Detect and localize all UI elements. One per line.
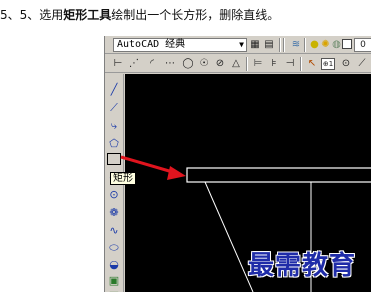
instruction-tool-name: 矩形工具: [63, 8, 112, 22]
leader-icon[interactable]: ↖: [305, 57, 319, 71]
ordinate-icon[interactable]: ⋯: [163, 57, 177, 71]
toolbar-separator: [283, 38, 285, 52]
linear-dimension-icon[interactable]: ⊢: [111, 57, 125, 71]
diameter-icon[interactable]: ⊘: [213, 57, 227, 71]
instruction-prefix: 5、5、选用: [0, 8, 64, 22]
lightbulb-icon[interactable]: ●: [309, 38, 320, 52]
aligned-dimension-icon[interactable]: ⋰: [127, 57, 141, 71]
construction-line-icon[interactable]: ⟋: [107, 100, 121, 114]
radius-icon[interactable]: ◯: [181, 57, 195, 71]
polyline-icon[interactable]: ⤷: [107, 118, 121, 132]
ellipse-arc-icon[interactable]: ◒: [107, 257, 121, 271]
jogged-icon[interactable]: ☉: [197, 57, 211, 71]
polygon-icon[interactable]: ⬠: [107, 136, 121, 150]
instruction-suffix: 绘制出一个长方形，删除直线。: [111, 8, 280, 22]
sun-icon[interactable]: ✺: [320, 38, 331, 52]
make-block-icon[interactable]: ▩: [107, 288, 121, 292]
rectangle-icon[interactable]: [107, 153, 121, 165]
layer-manager-icon[interactable]: ≋: [289, 38, 303, 52]
toolbar-separator: [304, 38, 306, 52]
arc-length-icon[interactable]: ◜: [145, 57, 159, 71]
layer-name-field[interactable]: 0: [354, 38, 371, 52]
baseline-icon[interactable]: ⊧: [267, 57, 281, 71]
line-icon[interactable]: ╱: [107, 82, 121, 96]
ellipse-icon[interactable]: ⬭: [107, 240, 121, 254]
rectangle-tooltip: 矩形: [110, 172, 136, 185]
angular-icon[interactable]: △: [229, 57, 243, 71]
instruction-text: 5、5、选用矩形工具绘制出一个长方形，删除直线。: [0, 6, 279, 23]
perspective-line-left: [204, 181, 254, 292]
insert-block-icon[interactable]: ▣: [107, 273, 121, 287]
center-mark-icon[interactable]: ⊙: [339, 57, 353, 71]
tolerance-icon[interactable]: ⊕1: [321, 58, 335, 70]
workspace-select[interactable]: AutoCAD 经典 ▼: [113, 38, 247, 52]
revision-cloud-icon[interactable]: ❁: [107, 205, 121, 219]
chevron-down-icon[interactable]: ▼: [239, 39, 244, 51]
lock-icon[interactable]: ◍: [331, 38, 342, 52]
dimension-toolbar: ⊢ ⋰ ◜ ⋯ ◯ ☉ ⊘ △ ⊨ ⊧ ⊣ ↖ ⊕1 ⊙ ⟋: [105, 55, 371, 73]
workspace-extra-icon[interactable]: ▤: [263, 38, 275, 52]
circle-icon[interactable]: ⊙: [107, 187, 121, 201]
continue-icon[interactable]: ⊣: [283, 57, 297, 71]
workspace-toolbar: AutoCAD 经典 ▼ ▦ ▤ ≋ ● ✺ ◍ 0: [105, 36, 371, 54]
dimension-edit-icon[interactable]: ⟋: [355, 57, 369, 71]
toolbar-separator: [300, 57, 302, 71]
toolbar-separator: [246, 57, 248, 71]
quick-dimension-icon[interactable]: ⊨: [251, 57, 265, 71]
workspace-settings-icon[interactable]: ▦: [249, 38, 261, 52]
layer-color-icon[interactable]: [342, 39, 352, 49]
workspace-value: AutoCAD 经典: [117, 39, 186, 50]
spline-icon[interactable]: ∿: [107, 223, 121, 237]
toolbar-separator: [279, 38, 281, 52]
drawn-rectangle: [186, 167, 371, 183]
watermark-logo: 最需教育: [248, 251, 357, 281]
